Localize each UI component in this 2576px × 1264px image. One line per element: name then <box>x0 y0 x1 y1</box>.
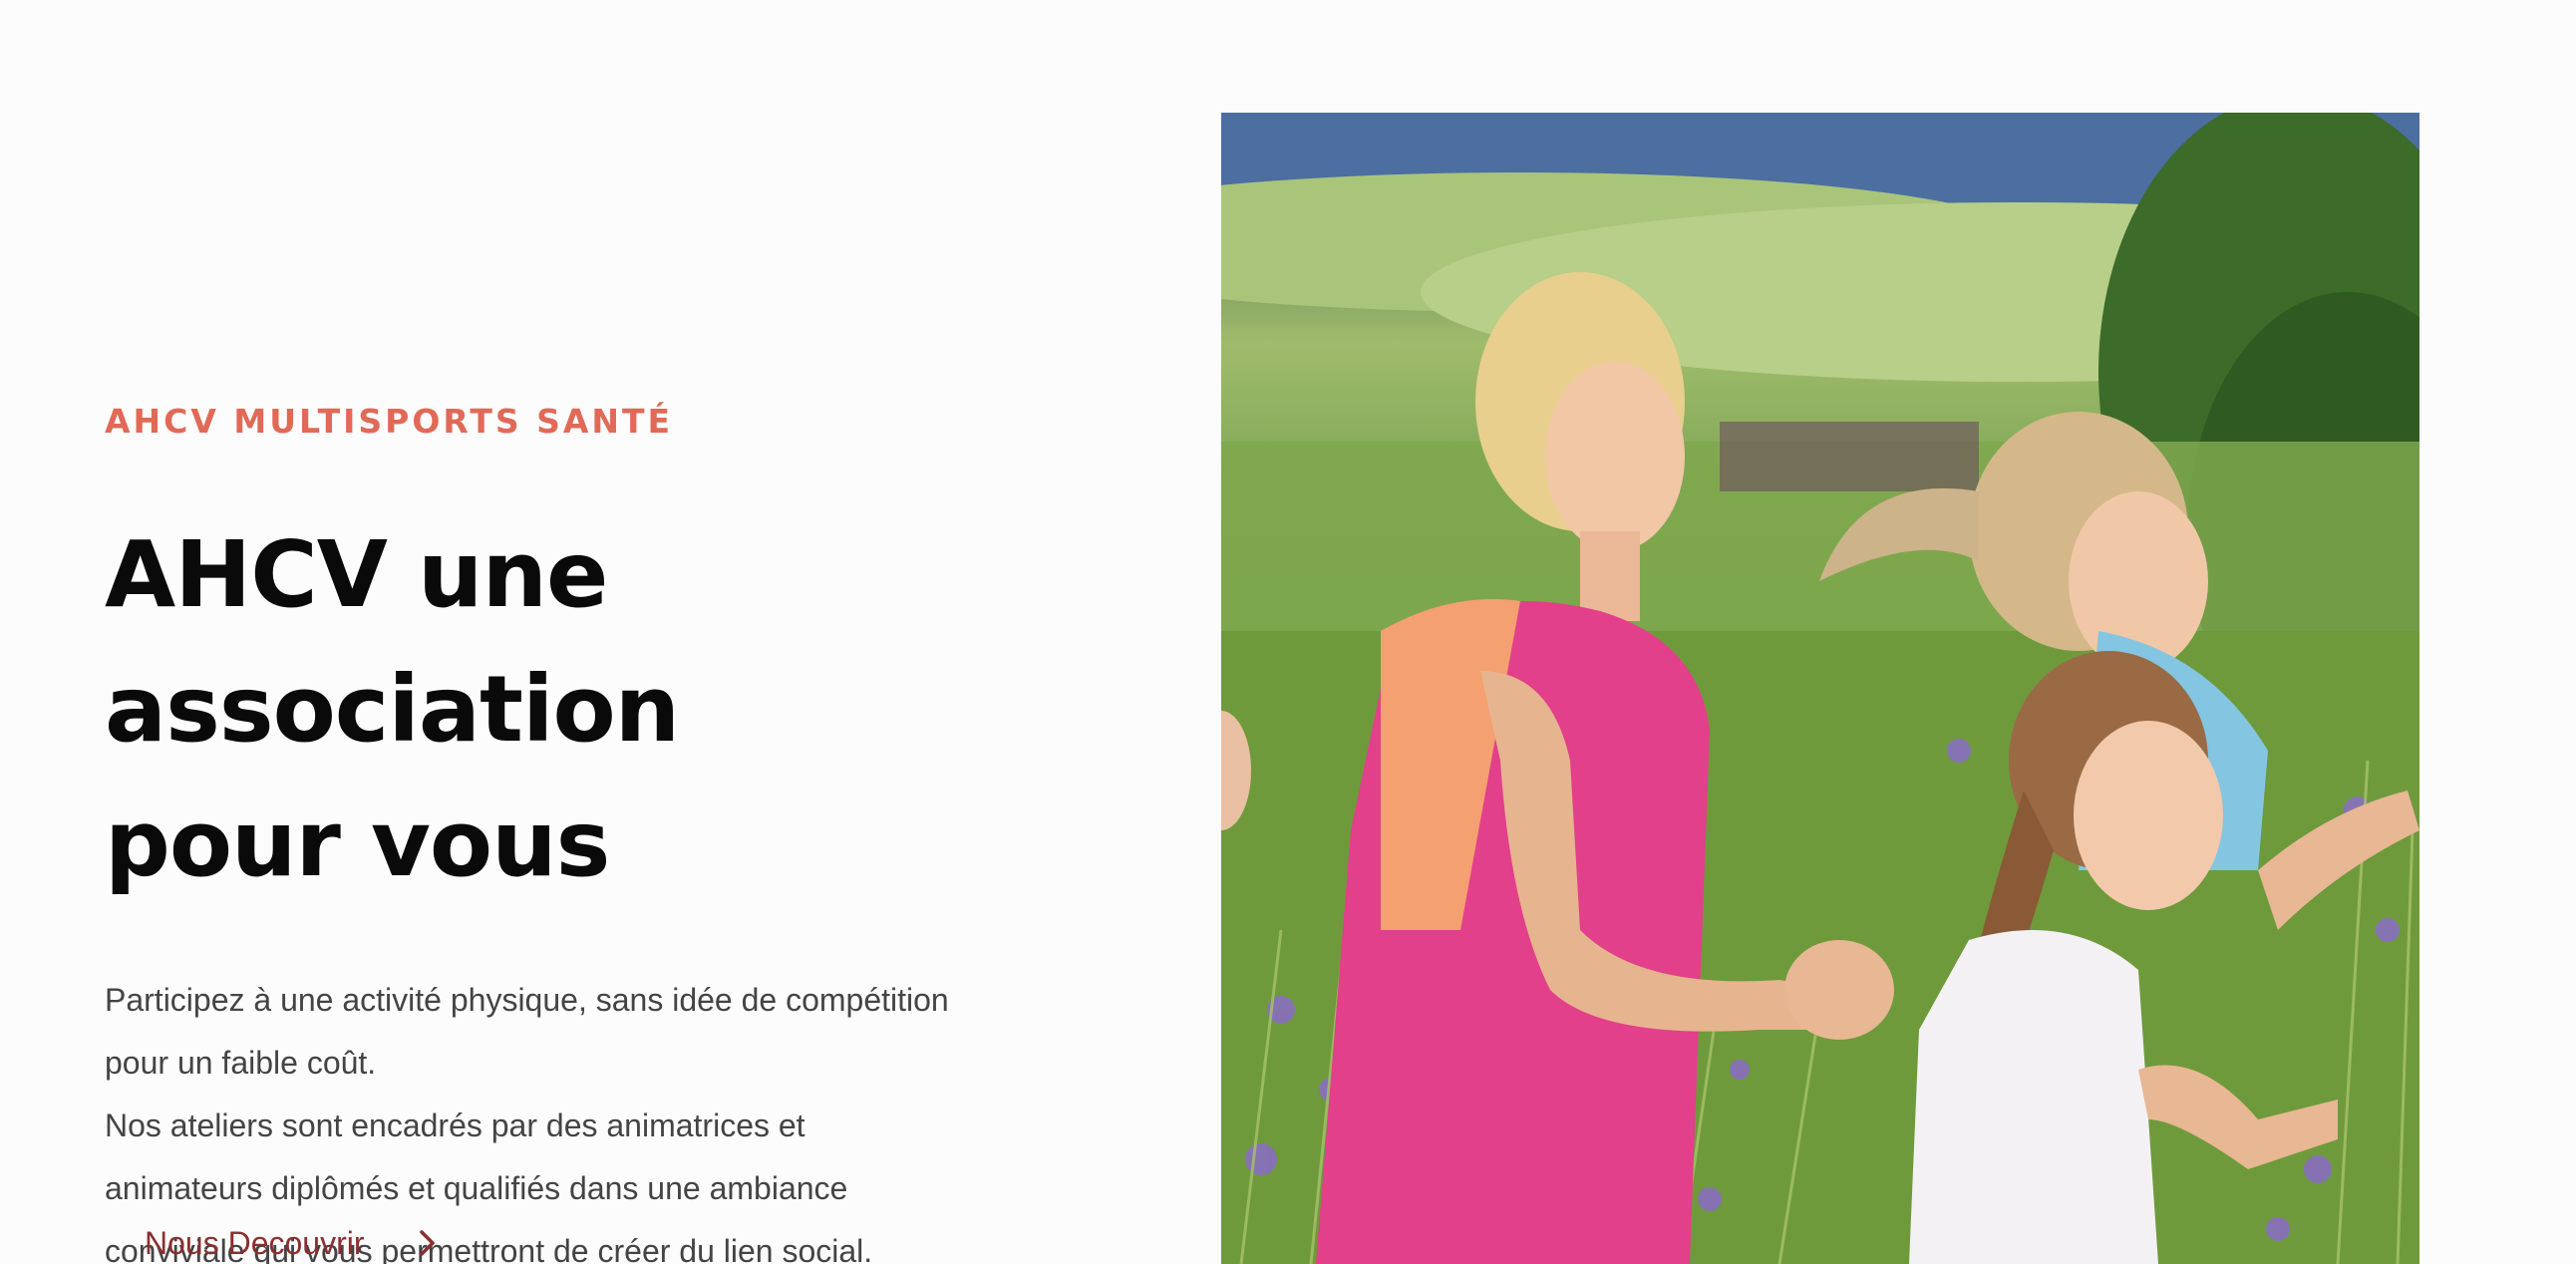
page-title: AHCV une association pour vous <box>105 507 1181 911</box>
hero-photo <box>1221 113 2419 1264</box>
intro-line: animateurs diplômés et qualifiés dans un… <box>105 1170 848 1206</box>
intro-line: Participez à une activité physique, sans… <box>105 982 949 1018</box>
title-line-2: pour vous <box>105 790 610 897</box>
intro-line: Nos ateliers sont encadrés par des anima… <box>105 1107 805 1143</box>
intro-line: pour un faible coût. <box>105 1045 377 1081</box>
hero-text: AHCV MULTISPORTS SANTÉ AHCV une associat… <box>105 394 1181 1264</box>
chevron-right-icon <box>419 1230 435 1256</box>
intro-paragraph-1: Participez à une activité physique, sans… <box>105 969 1082 1095</box>
runners-illustration <box>1221 113 2419 1264</box>
title-line-1: AHCV une association <box>105 521 680 763</box>
eyebrow-label: AHCV MULTISPORTS SANTÉ <box>105 402 674 441</box>
discover-button-label: Nous Decouvrir <box>145 1225 365 1261</box>
discover-button[interactable]: Nous Decouvrir <box>145 1218 439 1264</box>
